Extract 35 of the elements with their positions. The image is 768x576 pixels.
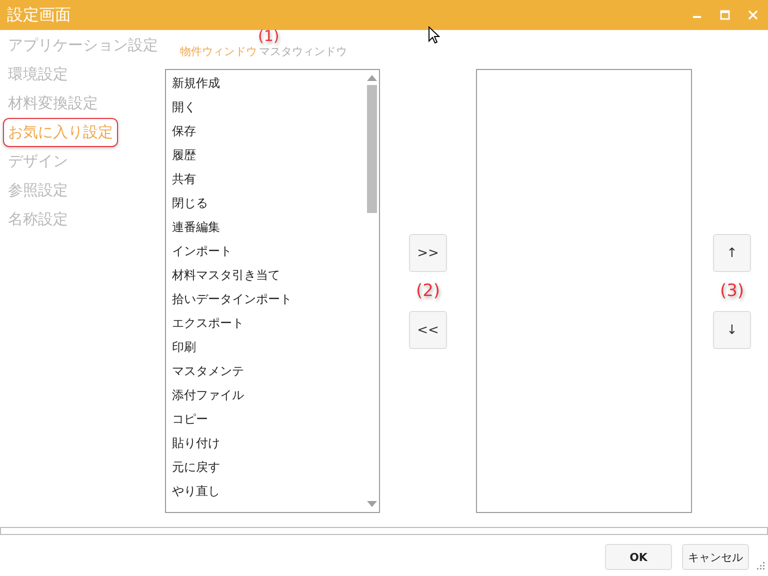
list-item[interactable]: エクスポート bbox=[166, 311, 365, 335]
list-item[interactable]: 開く bbox=[166, 95, 365, 119]
list-item[interactable]: コピー bbox=[166, 407, 365, 431]
ok-button[interactable]: OK bbox=[605, 544, 672, 570]
move-down-button[interactable]: ↓ bbox=[713, 311, 751, 349]
cancel-button[interactable]: キャンセル bbox=[682, 544, 749, 570]
scroll-down-arrow-icon[interactable] bbox=[367, 501, 377, 508]
list-item[interactable]: 添付ファイル bbox=[166, 383, 365, 407]
annotation-label: (2) bbox=[416, 280, 440, 303]
list-item[interactable]: 共有 bbox=[166, 167, 365, 191]
list-item[interactable]: 新規作成 bbox=[166, 71, 365, 95]
list-item[interactable]: 保存 bbox=[166, 119, 365, 143]
list-item[interactable]: 元に戻す bbox=[166, 455, 365, 479]
window-title: 設定画面 bbox=[7, 4, 71, 26]
annotation-label: (1) bbox=[258, 29, 280, 44]
list-item[interactable]: やり直し bbox=[166, 479, 365, 503]
mouse-pointer-icon bbox=[428, 26, 440, 44]
move-up-button[interactable]: ↑ bbox=[713, 234, 751, 272]
list-item[interactable]: 閉じる bbox=[166, 191, 365, 215]
close-icon[interactable] bbox=[748, 10, 758, 20]
remove-button[interactable]: << bbox=[409, 311, 447, 349]
list-item[interactable]: インポート bbox=[166, 239, 365, 263]
list-item[interactable]: 貼り付け bbox=[166, 431, 365, 455]
list-item[interactable]: 連番編集 bbox=[166, 215, 365, 239]
list-item[interactable]: 材料マスタ引き当て bbox=[166, 263, 365, 287]
scrollbar-thumb[interactable] bbox=[367, 85, 377, 213]
list-item[interactable]: マスタメンテ bbox=[166, 359, 365, 383]
list-item[interactable]: 印刷 bbox=[166, 335, 365, 359]
maximize-icon[interactable] bbox=[720, 10, 730, 20]
add-button[interactable]: >> bbox=[409, 234, 447, 272]
list-item[interactable]: 履歴 bbox=[166, 143, 365, 167]
annotation-label: (3) bbox=[720, 280, 744, 303]
list-item[interactable]: 拾いデータインポート bbox=[166, 287, 365, 311]
resize-grip-icon[interactable] bbox=[757, 562, 765, 570]
scroll-up-arrow-icon[interactable] bbox=[367, 74, 377, 81]
